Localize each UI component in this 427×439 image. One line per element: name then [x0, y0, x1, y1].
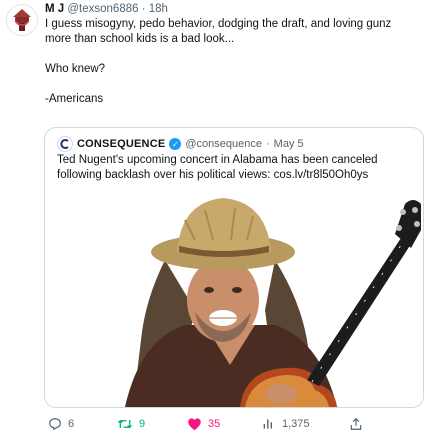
quoted-tweet[interactable]: CONSEQUENCE ✓ @consequence · May 5 Ted N…	[44, 127, 424, 408]
quoted-tweet-text: Ted Nugent's upcoming concert in Alabama…	[57, 154, 378, 181]
handle[interactable]: @texson6886	[67, 3, 138, 15]
reply-button[interactable]: 6	[48, 414, 74, 434]
separator: ·	[266, 137, 270, 150]
profile-avatar[interactable]	[6, 4, 38, 36]
tweet-header: M J @texson6886 · 18h	[45, 2, 168, 17]
retweet-button[interactable]: 9	[117, 414, 145, 434]
tweet-text-line: Who knew?	[45, 63, 106, 75]
retweet-icon	[117, 419, 133, 429]
tweet-actions: 6 9 35 1,375	[0, 414, 427, 434]
quoted-tweet-image[interactable]	[45, 190, 423, 407]
display-name[interactable]: M J	[45, 3, 64, 15]
quoted-handle[interactable]: @consequence	[185, 137, 262, 152]
separator: ·	[141, 3, 146, 15]
reply-icon	[49, 418, 61, 431]
quoted-display-name[interactable]: CONSEQUENCE	[77, 137, 165, 152]
like-count: 35	[208, 418, 221, 430]
views-icon	[263, 419, 273, 429]
quoted-date[interactable]: May 5	[274, 137, 304, 152]
like-icon	[188, 418, 201, 431]
photo-man-with-guitar	[125, 198, 421, 407]
tweet-text-line: I guess misogyny, pedo behavior, dodging…	[45, 18, 392, 45]
views-button[interactable]: 1,375	[262, 414, 310, 434]
share-button[interactable]	[349, 414, 363, 434]
retweet-count: 9	[139, 418, 146, 430]
profile-avatar-icon	[8, 6, 36, 34]
tweet-text: I guess misogyny, pedo behavior, dodging…	[45, 17, 419, 107]
views-count: 1,375	[282, 418, 310, 430]
quoted-tweet-header: CONSEQUENCE ✓ @consequence · May 5	[57, 136, 304, 152]
tweet-text-line: -Americans	[45, 93, 104, 105]
timestamp[interactable]: 18h	[149, 3, 168, 15]
consequence-logo-icon[interactable]	[57, 136, 73, 152]
verified-badge-icon: ✓	[169, 138, 182, 150]
like-button[interactable]: 35	[187, 414, 220, 434]
reply-count: 6	[68, 418, 75, 430]
share-icon	[350, 417, 362, 430]
